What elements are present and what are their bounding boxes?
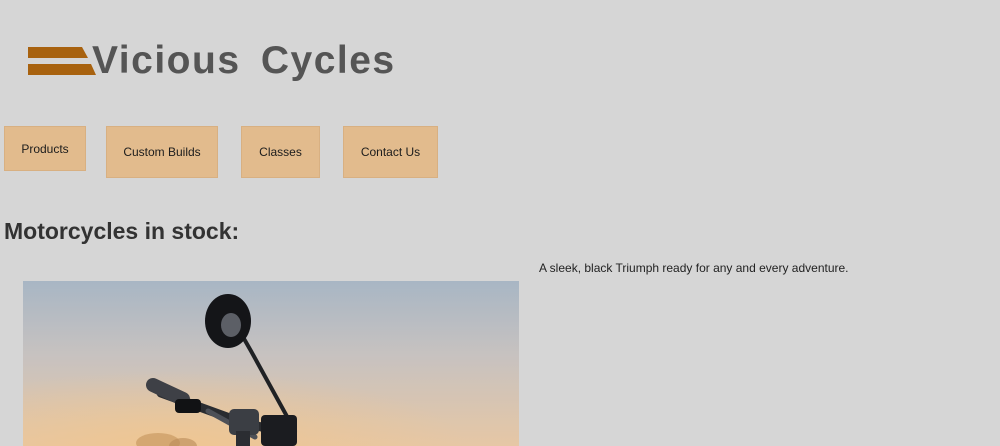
- nav-contact-us-button[interactable]: Contact Us: [343, 126, 438, 178]
- listing-caption: A sleek, black Triumph ready for any and…: [539, 261, 849, 275]
- section-title: Motorcycles in stock:: [4, 218, 240, 244]
- nav-custom-builds-button[interactable]: Custom Builds: [106, 126, 218, 178]
- logo-stripes-icon: [28, 47, 96, 75]
- site-logo[interactable]: Vicious Cycles: [28, 40, 396, 84]
- nav-classes-button[interactable]: Classes: [241, 126, 320, 178]
- brand-name: Vicious Cycles: [92, 38, 396, 82]
- nav-products-button[interactable]: Products: [4, 126, 86, 171]
- motorcycle-photo: [23, 281, 519, 446]
